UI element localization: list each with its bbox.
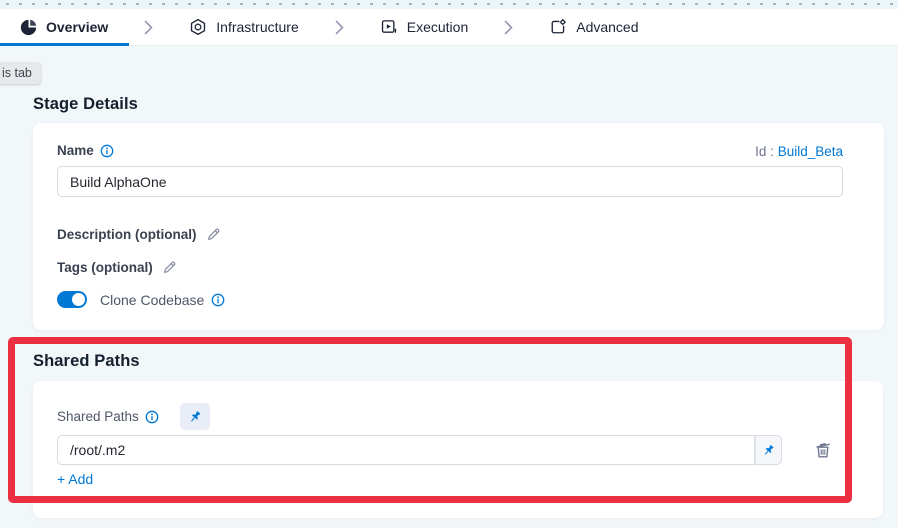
hexagon-icon (189, 18, 207, 36)
stage-id: Id : Build_Beta (755, 144, 843, 159)
tooltip-chip: is tab (0, 62, 41, 84)
box-gear-icon (549, 18, 567, 36)
shared-paths-card: Shared Paths (33, 381, 883, 518)
toggle-knob (72, 293, 85, 306)
edit-pencil-icon[interactable] (162, 260, 177, 275)
stage-tabs: Overview Infrastructure Execution (0, 9, 898, 46)
tab-advanced[interactable]: Advanced (549, 18, 638, 36)
tab-label: Overview (46, 19, 108, 35)
add-path-link[interactable]: + Add (57, 471, 93, 487)
clone-codebase-label: Clone Codebase (100, 292, 204, 308)
description-label: Description (optional) (57, 227, 197, 242)
clone-codebase-toggle[interactable] (57, 291, 87, 308)
tab-execution[interactable]: Execution (380, 18, 468, 36)
info-icon[interactable] (100, 144, 114, 158)
tooltip-chip-label: is tab (2, 66, 32, 80)
shared-paths-heading: Shared Paths (33, 352, 140, 371)
tags-label: Tags (optional) (57, 260, 153, 275)
play-box-icon (380, 18, 398, 36)
edit-pencil-icon[interactable] (206, 227, 221, 242)
info-icon[interactable] (211, 293, 225, 307)
tab-label: Execution (407, 19, 468, 35)
name-label: Name (57, 143, 94, 158)
shared-path-input[interactable] (57, 435, 755, 465)
stage-id-label: Id : (755, 144, 774, 159)
info-icon[interactable] (145, 410, 159, 424)
stage-name-input[interactable] (57, 166, 843, 197)
runtime-input-pin-addon[interactable] (755, 435, 782, 465)
shared-paths-label: Shared Paths (57, 409, 139, 424)
pie-chart-icon (20, 19, 37, 36)
chevron-right-icon (504, 20, 513, 35)
tab-infrastructure[interactable]: Infrastructure (189, 18, 298, 36)
active-tab-underline (0, 43, 129, 46)
tab-label: Infrastructure (216, 19, 298, 35)
tab-label: Advanced (576, 19, 638, 35)
chevron-right-icon (335, 20, 344, 35)
stage-details-card: Name Id : Build_Beta Description (option… (33, 123, 884, 330)
tab-overview[interactable]: Overview (20, 19, 108, 36)
pushpin-icon (187, 409, 203, 425)
delete-path-button[interactable] (813, 440, 833, 460)
stage-details-heading: Stage Details (33, 95, 138, 114)
chevron-right-icon (144, 20, 153, 35)
trash-icon (813, 440, 833, 460)
stage-id-value: Build_Beta (778, 144, 843, 159)
runtime-input-pin-button[interactable] (180, 403, 210, 430)
canvas-dotted-strip (0, 0, 898, 9)
pushpin-icon (761, 443, 776, 458)
